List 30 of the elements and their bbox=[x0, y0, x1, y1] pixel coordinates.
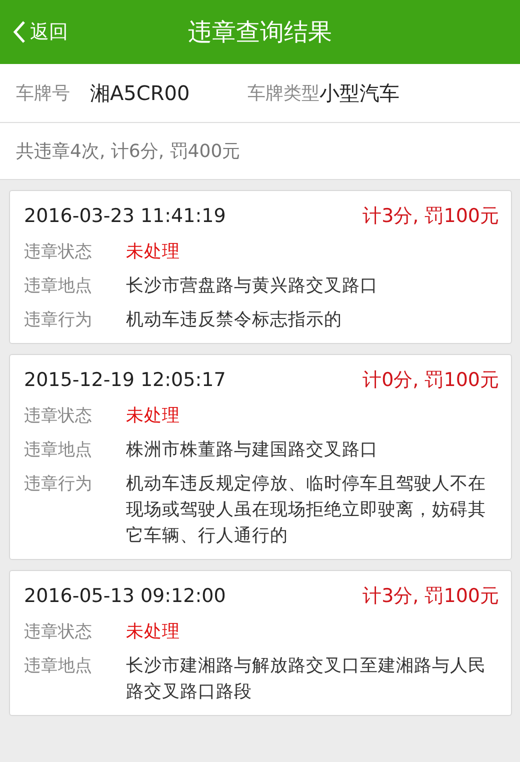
status-value: 未处理 bbox=[126, 241, 181, 264]
field-label: 违章地点 bbox=[24, 439, 93, 462]
penalty-text: 计0分, 罚100元 bbox=[362, 368, 499, 393]
field-value: 长沙市营盘路与黄兴路交叉路口 bbox=[126, 275, 379, 298]
field-label: 违章状态 bbox=[24, 241, 93, 264]
status-value: 未处理 bbox=[126, 621, 181, 644]
vehicle-type: 小型汽车 bbox=[320, 80, 400, 106]
type-label: 车牌类型 bbox=[248, 82, 320, 105]
field-label: 违章行为 bbox=[24, 473, 93, 496]
field-label: 违章地点 bbox=[24, 275, 93, 298]
violation-time: 2015-12-19 12:05:17 bbox=[24, 369, 226, 391]
field-value: 长沙市建湘路与解放路交叉口至建湘路与人民路交叉路口路段 bbox=[126, 655, 487, 704]
back-button[interactable]: 返回 bbox=[0, 19, 68, 45]
back-icon bbox=[12, 20, 26, 44]
field-value: 机动车违反规定停放、临时停车且驾驶人不在现场或驾驶人虽在现场拒绝立即驶离，妨碍其它车辆、行人通行的 bbox=[126, 473, 487, 548]
violation-summary: 共违章4次, 计6分, 罚400元 bbox=[0, 123, 520, 180]
status-value: 未处理 bbox=[126, 405, 181, 428]
page-title: 违章查询结果 bbox=[188, 18, 332, 46]
field-label: 违章行为 bbox=[24, 309, 93, 332]
field-label: 违章状态 bbox=[24, 405, 93, 428]
penalty-text: 计3分, 罚100元 bbox=[362, 204, 499, 229]
plate-number: 湘A5CR00 bbox=[90, 80, 190, 106]
violation-time: 2016-03-23 11:41:19 bbox=[24, 205, 226, 227]
field-value: 株洲市株董路与建国路交叉路口 bbox=[126, 439, 379, 462]
field-value: 机动车违反禁令标志指示的 bbox=[126, 309, 343, 332]
penalty-text: 计3分, 罚100元 bbox=[362, 584, 499, 609]
field-label: 违章状态 bbox=[24, 621, 93, 644]
field-label: 违章地点 bbox=[24, 655, 93, 678]
violation-time: 2016-05-13 09:12:00 bbox=[24, 585, 226, 607]
plate-label: 车牌号 bbox=[16, 82, 70, 105]
